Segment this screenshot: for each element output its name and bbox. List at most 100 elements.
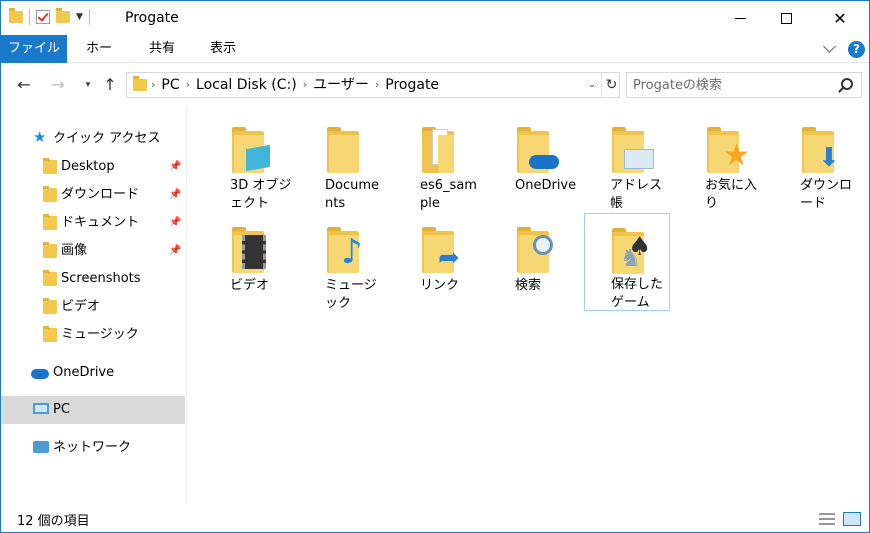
- address-bar[interactable]: › PC › Local Disk (C:) › ユーザー › Progate …: [126, 72, 620, 98]
- item-label: 検索: [515, 278, 542, 293]
- folder-item-contacts[interactable]: アドレス帳: [590, 115, 676, 213]
- explorer-window: ▼ Progate ✕ ファイル ホーム 共有 表示 ? ← → ▾ ↑ › P…: [0, 0, 870, 533]
- item-label: ビデオ: [230, 278, 270, 293]
- item-label: 3D オブジェクト: [230, 178, 292, 211]
- folder-item-favorites[interactable]: ★ お気に入り: [685, 115, 771, 213]
- pin-icon[interactable]: 📌: [169, 209, 181, 237]
- sidebar-item-label: ダウンロード: [61, 187, 140, 202]
- details-view-icon[interactable]: [819, 513, 835, 525]
- properties-check-icon[interactable]: [36, 10, 50, 24]
- close-icon: ✕: [833, 8, 847, 28]
- folder-icon: [43, 270, 57, 286]
- tab-file[interactable]: ファイル: [1, 35, 67, 63]
- minimize-button[interactable]: [717, 1, 763, 35]
- sidebar-item-label: 画像: [61, 243, 88, 258]
- back-button[interactable]: ←: [13, 75, 35, 95]
- sidebar-item-label: PC: [53, 402, 70, 417]
- documents-folder-icon: [43, 214, 57, 230]
- folder-item-music[interactable]: ♪ ミュージック: [305, 215, 391, 313]
- close-button[interactable]: ✕: [817, 1, 863, 35]
- refresh-icon[interactable]: ↻: [601, 73, 621, 97]
- sidebar-item-videos[interactable]: ビデオ: [1, 293, 185, 321]
- breadcrumb-pc[interactable]: PC: [161, 73, 179, 97]
- folder-item-documents[interactable]: Documents: [305, 115, 391, 213]
- breadcrumb-separator: ›: [151, 78, 156, 91]
- folder-item-links[interactable]: ➦ リンク: [400, 215, 486, 313]
- sidebar-item-label: Screenshots: [61, 271, 141, 286]
- links-folder-icon: ➦: [422, 225, 464, 273]
- item-label: お気に入り: [705, 178, 758, 211]
- search-box[interactable]: [626, 72, 862, 98]
- window-title: Progate: [125, 10, 179, 26]
- up-button[interactable]: ↑: [99, 75, 121, 95]
- folder-item-3d-objects[interactable]: 3D オブジェクト: [210, 115, 296, 213]
- breadcrumb-separator[interactable]: ›: [186, 73, 190, 97]
- breadcrumb-separator[interactable]: ›: [375, 73, 379, 97]
- pc-icon: [33, 403, 49, 414]
- search-input[interactable]: [633, 75, 833, 95]
- breadcrumb-separator[interactable]: ›: [303, 73, 307, 97]
- sidebar-item-label: ドキュメント: [61, 215, 140, 230]
- pin-icon[interactable]: 📌: [169, 237, 181, 265]
- sidebar-item-onedrive[interactable]: OneDrive: [1, 359, 185, 387]
- tab-home[interactable]: ホーム: [81, 35, 117, 84]
- videos-folder-icon: [43, 298, 57, 314]
- item-label: リンク: [420, 278, 460, 293]
- sidebar-item-documents[interactable]: ドキュメント 📌: [1, 209, 185, 237]
- file-list: 3D オブジェクト Documents es6_sample OneDrive …: [188, 107, 869, 504]
- item-count: 12 個の項目: [17, 514, 90, 529]
- star-icon: ★: [33, 128, 47, 146]
- saved-games-folder-icon: ♠ ♞: [612, 226, 654, 274]
- folder-icon: [133, 76, 147, 91]
- sidebar-item-desktop[interactable]: Desktop 📌: [1, 153, 185, 181]
- customize-dropdown-icon[interactable]: ▼: [76, 12, 83, 22]
- folder-item-searches[interactable]: 検索: [495, 215, 581, 313]
- sidebar-item-pictures[interactable]: 画像 📌: [1, 237, 185, 265]
- 3d-objects-folder-icon: [232, 125, 274, 173]
- search-icon[interactable]: [841, 78, 853, 90]
- forward-button[interactable]: →: [47, 75, 69, 95]
- tab-share[interactable]: 共有: [147, 35, 177, 63]
- breadcrumb-progate[interactable]: Progate: [385, 73, 439, 97]
- sidebar-item-downloads[interactable]: ダウンロード 📌: [1, 181, 185, 209]
- new-folder-icon[interactable]: [56, 8, 70, 23]
- sidebar-item-screenshots[interactable]: Screenshots: [1, 265, 185, 293]
- item-label: ミュージック: [325, 278, 377, 311]
- help-icon[interactable]: ?: [848, 41, 865, 58]
- folder-with-files-icon: [422, 125, 464, 173]
- folder-item-onedrive[interactable]: OneDrive: [495, 115, 581, 213]
- folder-icon: [327, 125, 369, 173]
- sidebar-item-pc[interactable]: PC: [1, 396, 185, 424]
- status-bar: 12 個の項目: [1, 504, 869, 532]
- folder-item-saved-games[interactable]: ♠ ♞ 保存したゲーム: [584, 213, 670, 311]
- breadcrumb-local-disk[interactable]: Local Disk (C:): [196, 73, 297, 97]
- ribbon-tabs: ファイル ホーム 共有 表示 ?: [1, 35, 869, 84]
- pictures-folder-icon: [43, 242, 57, 258]
- pin-icon[interactable]: 📌: [169, 153, 181, 181]
- sidebar-item-quick-access[interactable]: ★ クイック アクセス: [1, 125, 185, 153]
- address-dropdown-icon[interactable]: ⌄: [583, 73, 601, 97]
- folder-item-downloads[interactable]: ⬇ ダウンロード: [780, 115, 866, 213]
- maximize-icon: [780, 12, 792, 24]
- music-folder-icon: [43, 326, 57, 342]
- title-bar: ▼ Progate ✕: [1, 1, 869, 35]
- favorites-folder-icon: ★: [707, 125, 750, 173]
- expand-ribbon-chevron-icon[interactable]: [823, 42, 837, 56]
- onedrive-folder-icon: [517, 125, 559, 173]
- maximize-button[interactable]: [763, 1, 809, 35]
- sidebar-item-music[interactable]: ミュージック: [1, 321, 185, 349]
- folder-item-es6-sample[interactable]: es6_sample: [400, 115, 486, 213]
- recent-locations-button[interactable]: ▾: [77, 75, 99, 95]
- breadcrumb: › PC › Local Disk (C:) › ユーザー › Progate: [151, 73, 439, 97]
- pin-icon[interactable]: 📌: [169, 181, 181, 209]
- folder-item-videos[interactable]: ビデオ: [210, 215, 296, 313]
- tab-view[interactable]: 表示: [206, 35, 240, 63]
- large-icons-view-icon[interactable]: [843, 512, 861, 526]
- minimize-icon: [734, 17, 746, 19]
- sidebar-item-label: ネットワーク: [53, 440, 132, 455]
- music-folder-icon: ♪: [327, 225, 369, 273]
- item-label: Documents: [325, 178, 380, 211]
- contacts-folder-icon: [612, 125, 654, 173]
- breadcrumb-users[interactable]: ユーザー: [313, 73, 369, 97]
- sidebar-item-network[interactable]: ネットワーク: [1, 434, 185, 462]
